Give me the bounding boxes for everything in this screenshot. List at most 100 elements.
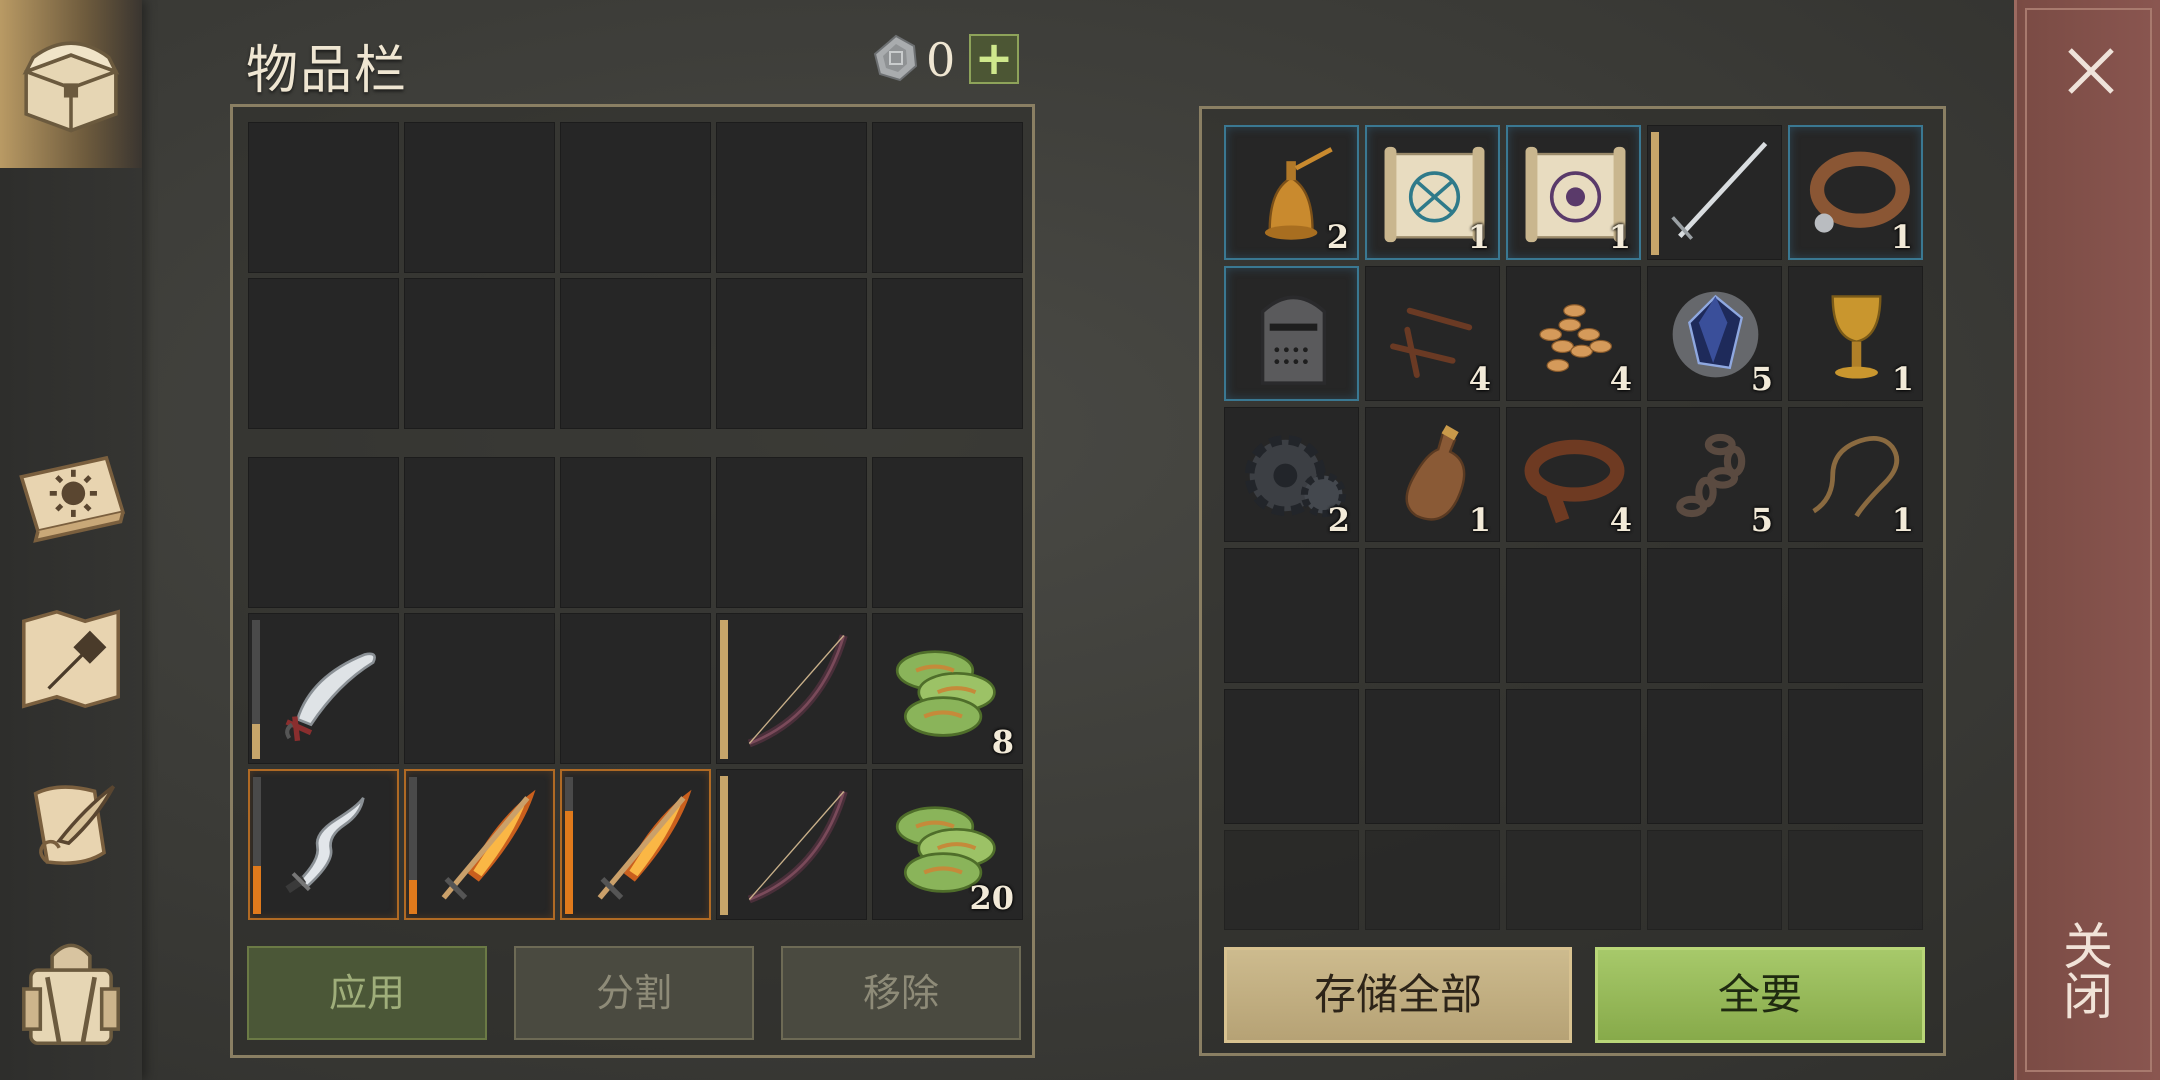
storage-slot-scroll[interactable]: 1: [1365, 125, 1500, 260]
storage-slot-chain[interactable]: 5: [1647, 407, 1782, 542]
storage-panel: 2 1 1 1 4 4 5 1 2 1 4 5 1 存储全部 全要: [1199, 106, 1946, 1056]
chest-icon[interactable]: [12, 22, 130, 140]
hammer-map-icon[interactable]: [12, 600, 130, 718]
silver-coin-icon: [873, 34, 918, 82]
take-all-button[interactable]: 全要: [1595, 947, 1925, 1043]
item-count: 1: [1891, 360, 1914, 398]
close-icon[interactable]: [2064, 44, 2118, 98]
inventory-slot[interactable]: [404, 122, 555, 273]
storage-slot[interactable]: [1506, 830, 1641, 930]
inventory-slot[interactable]: [248, 457, 399, 608]
inventory-slot-flaming-sword[interactable]: [404, 769, 555, 920]
storage-slot-bell[interactable]: 2: [1224, 125, 1359, 260]
item-count: 1: [1468, 501, 1491, 539]
storage-slot[interactable]: [1647, 548, 1782, 683]
storage-slot-crystal[interactable]: 5: [1647, 266, 1782, 401]
storage-slot[interactable]: [1788, 548, 1923, 683]
scimitar-icon: [285, 652, 376, 742]
page-title: 物品栏: [246, 41, 409, 101]
wavy-dagger-icon: [285, 797, 365, 894]
currency-value: 0: [926, 33, 956, 87]
inventory-slot[interactable]: [872, 278, 1023, 429]
inventory-slot[interactable]: [560, 278, 711, 429]
storage-slot[interactable]: [1506, 689, 1641, 824]
storage-slot[interactable]: [1365, 689, 1500, 824]
storage-slot-longsword[interactable]: [1647, 125, 1782, 260]
inventory-slot[interactable]: [716, 122, 867, 273]
inventory-slot[interactable]: [560, 457, 711, 608]
item-count: 4: [1609, 501, 1632, 539]
item-count: 2: [1326, 218, 1349, 256]
storage-slot[interactable]: [1224, 830, 1359, 930]
item-count: 1: [1891, 501, 1914, 539]
storage-slot[interactable]: [1365, 830, 1500, 930]
inventory-slot[interactable]: [248, 122, 399, 273]
storage-slot[interactable]: [1788, 830, 1923, 930]
item-count: 1: [1890, 218, 1913, 256]
storage-slot-gear[interactable]: 2: [1224, 407, 1359, 542]
sidebar: [0, 0, 142, 1080]
storage-slot-scroll[interactable]: 1: [1506, 125, 1641, 260]
inventory-slot[interactable]: [404, 613, 555, 764]
storage-slot[interactable]: [1647, 689, 1782, 824]
close-label: 关闭: [2055, 920, 2113, 1020]
inventory-slot-plant-fiber[interactable]: 8: [872, 613, 1023, 764]
apply-button[interactable]: 应用: [247, 946, 487, 1040]
close-panel[interactable]: [2014, 0, 2160, 1080]
item-count: 1: [1608, 218, 1631, 256]
storage-slot-collar[interactable]: 1: [1788, 125, 1923, 260]
inventory-slot[interactable]: [404, 278, 555, 429]
inventory-panel: 8 20 应用 分割 移除: [230, 104, 1035, 1058]
storage-slot-helm[interactable]: [1224, 266, 1359, 401]
inventory-slot-plant-fiber[interactable]: 20: [872, 769, 1023, 920]
backpack-icon[interactable]: [12, 930, 130, 1048]
item-count: 2: [1327, 501, 1350, 539]
storage-slot-goblet[interactable]: 1: [1788, 266, 1923, 401]
inventory-slot[interactable]: [560, 122, 711, 273]
split-button[interactable]: 分割: [514, 946, 754, 1040]
storage-slot[interactable]: [1647, 830, 1782, 930]
item-count: 5: [1750, 360, 1773, 398]
inventory-slot-wavy-dagger[interactable]: [248, 769, 399, 920]
great-helm-icon: [1260, 295, 1327, 385]
storage-slot[interactable]: [1224, 548, 1359, 683]
flaming-sword-icon: [597, 789, 692, 900]
currency-display: 0 +: [872, 34, 1022, 86]
item-count: 20: [969, 879, 1014, 917]
storage-slot-bottle[interactable]: 1: [1365, 407, 1500, 542]
storage-slot-seeds[interactable]: 4: [1506, 266, 1641, 401]
bow-icon: [747, 634, 848, 748]
inventory-slot[interactable]: [872, 122, 1023, 273]
longsword-icon: [1671, 141, 1768, 240]
storage-slot[interactable]: [1788, 689, 1923, 824]
bow-icon: [747, 790, 848, 904]
storage-slot[interactable]: [1365, 548, 1500, 683]
inventory-slot-scimitar[interactable]: [248, 613, 399, 764]
inventory-slot[interactable]: [560, 613, 711, 764]
item-count: 4: [1609, 360, 1632, 398]
item-count: 5: [1750, 501, 1773, 539]
sun-book-icon[interactable]: [12, 432, 130, 550]
storage-slot-leather[interactable]: 4: [1506, 407, 1641, 542]
inventory-slot[interactable]: [248, 278, 399, 429]
inventory-slot-bow[interactable]: [716, 613, 867, 764]
item-count: 1: [1467, 218, 1490, 256]
inventory-slot-bow[interactable]: [716, 769, 867, 920]
inventory-slot[interactable]: [716, 278, 867, 429]
item-count: 8: [991, 723, 1014, 761]
close-panel-border: [2025, 8, 2152, 1072]
inventory-slot-flaming-sword[interactable]: [560, 769, 711, 920]
add-currency-button[interactable]: +: [969, 34, 1019, 84]
storage-slot-nails[interactable]: 4: [1365, 266, 1500, 401]
storage-slot-rope[interactable]: 1: [1788, 407, 1923, 542]
inventory-slot[interactable]: [404, 457, 555, 608]
item-count: 4: [1468, 360, 1491, 398]
quill-scroll-icon[interactable]: [12, 770, 130, 888]
inventory-slot[interactable]: [716, 457, 867, 608]
remove-button[interactable]: 移除: [781, 946, 1021, 1040]
store-all-button[interactable]: 存储全部: [1224, 947, 1572, 1043]
flaming-sword-icon: [441, 789, 536, 900]
storage-slot[interactable]: [1224, 689, 1359, 824]
storage-slot[interactable]: [1506, 548, 1641, 683]
inventory-slot[interactable]: [872, 457, 1023, 608]
